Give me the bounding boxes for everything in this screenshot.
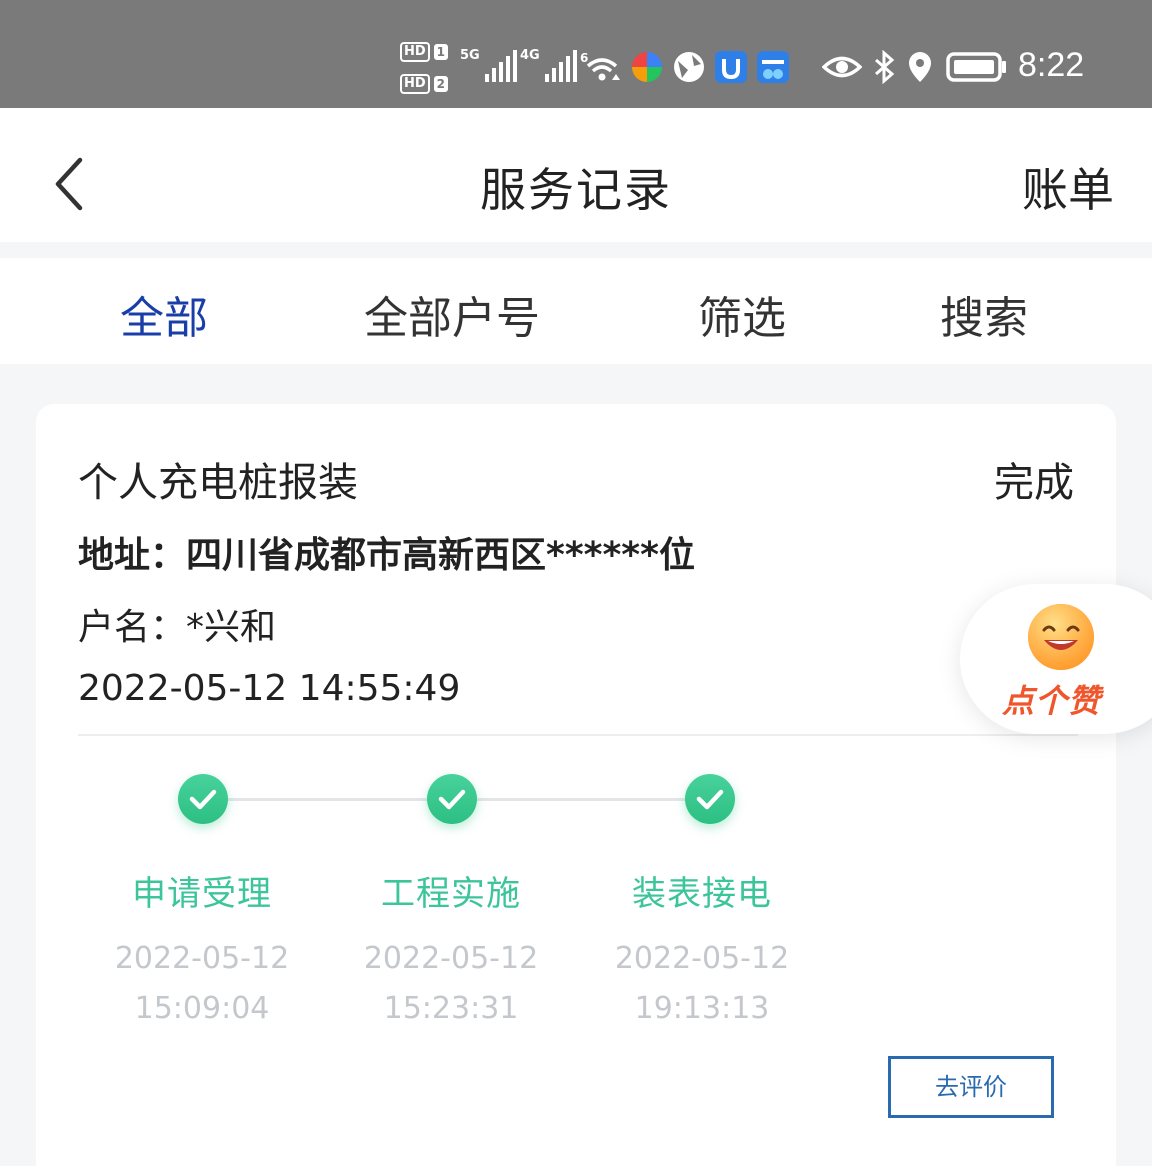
check-icon — [685, 774, 735, 824]
step-datetime: 2022-05-12 15:09:04 — [82, 934, 322, 1034]
hd-badge-1: HD — [400, 42, 430, 62]
signal-5g-icon: 5G — [460, 48, 517, 82]
tab-filter[interactable]: 筛选 — [698, 282, 786, 346]
step-time: 19:13:13 — [634, 991, 770, 1026]
battery-icon — [946, 52, 1006, 82]
progress-timeline: 申请受理 2022-05-12 15:09:04 工程实施 2022-05-12… — [36, 744, 1116, 1084]
check-icon — [178, 774, 228, 824]
progress-line-2 — [452, 798, 710, 801]
check-icon — [427, 774, 477, 824]
step-time: 15:23:31 — [383, 991, 519, 1026]
tab-search[interactable]: 搜索 — [940, 282, 1028, 346]
pinwheel-app-icon — [632, 52, 662, 82]
page-title: 服务记录 — [480, 163, 672, 217]
address-text: 地址：四川省成都市高新西区******位 — [78, 535, 695, 576]
filter-tabs: 全部 全部户号 筛选 搜索 — [0, 258, 1152, 364]
smiley-face-icon — [1028, 604, 1094, 670]
net-4g-label: 4G — [520, 48, 540, 63]
rate-button[interactable]: 去评价 — [888, 1056, 1054, 1118]
bluetooth-icon — [875, 50, 895, 84]
step-date: 2022-05-12 — [114, 941, 290, 976]
net-5g-label: 5G — [460, 48, 480, 63]
tab-all-accounts[interactable]: 全部户号 — [364, 282, 540, 346]
like-label: 点个赞 — [1002, 682, 1102, 720]
location-icon — [909, 52, 931, 82]
car-home-app-icon — [757, 51, 789, 83]
step-datetime: 2022-05-12 15:23:31 — [331, 934, 571, 1034]
eye-icon — [822, 56, 862, 78]
sim-1-number: 1 — [433, 44, 449, 60]
step-date: 2022-05-12 — [614, 941, 790, 976]
signal-4g-icon: 4G — [520, 48, 577, 82]
step-label: 装表接电 — [632, 874, 772, 914]
hd-badge-2: HD — [400, 74, 430, 94]
wifi-icon: 6 — [580, 51, 620, 81]
created-time: 2022-05-12 14:55:49 — [78, 668, 461, 709]
account-name: 户名：*兴和 — [78, 607, 277, 648]
app-u-icon — [715, 51, 747, 83]
wifi-6-label: 6 — [580, 51, 588, 65]
step-time: 15:09:04 — [134, 991, 270, 1026]
tab-all[interactable]: 全部 — [120, 282, 208, 346]
status-time: 8:22 — [1018, 46, 1085, 84]
divider — [78, 734, 1078, 736]
status-badge: 完成 — [994, 460, 1074, 506]
step-datetime: 2022-05-12 19:13:13 — [582, 934, 822, 1034]
service-record-card[interactable]: 个人充电桩报装 完成 地址：四川省成都市高新西区******位 户名：*兴和 2… — [36, 404, 1116, 1166]
progress-line-1 — [202, 798, 452, 801]
status-bar: HD 1 HD 2 5G 4G 6 8:22 — [0, 0, 1152, 108]
sim-2-number: 2 — [433, 76, 449, 92]
step-date: 2022-05-12 — [363, 941, 539, 976]
step-label: 工程实施 — [381, 874, 521, 914]
service-name: 个人充电桩报装 — [78, 460, 358, 506]
like-badge[interactable]: 点个赞 — [960, 584, 1152, 734]
app-header: 服务记录 账单 — [0, 108, 1152, 242]
globe-app-icon — [674, 52, 704, 82]
hd-indicators: HD 1 HD 2 — [400, 40, 450, 96]
step-label: 申请受理 — [132, 874, 272, 914]
bill-link[interactable]: 账单 — [1022, 154, 1114, 220]
